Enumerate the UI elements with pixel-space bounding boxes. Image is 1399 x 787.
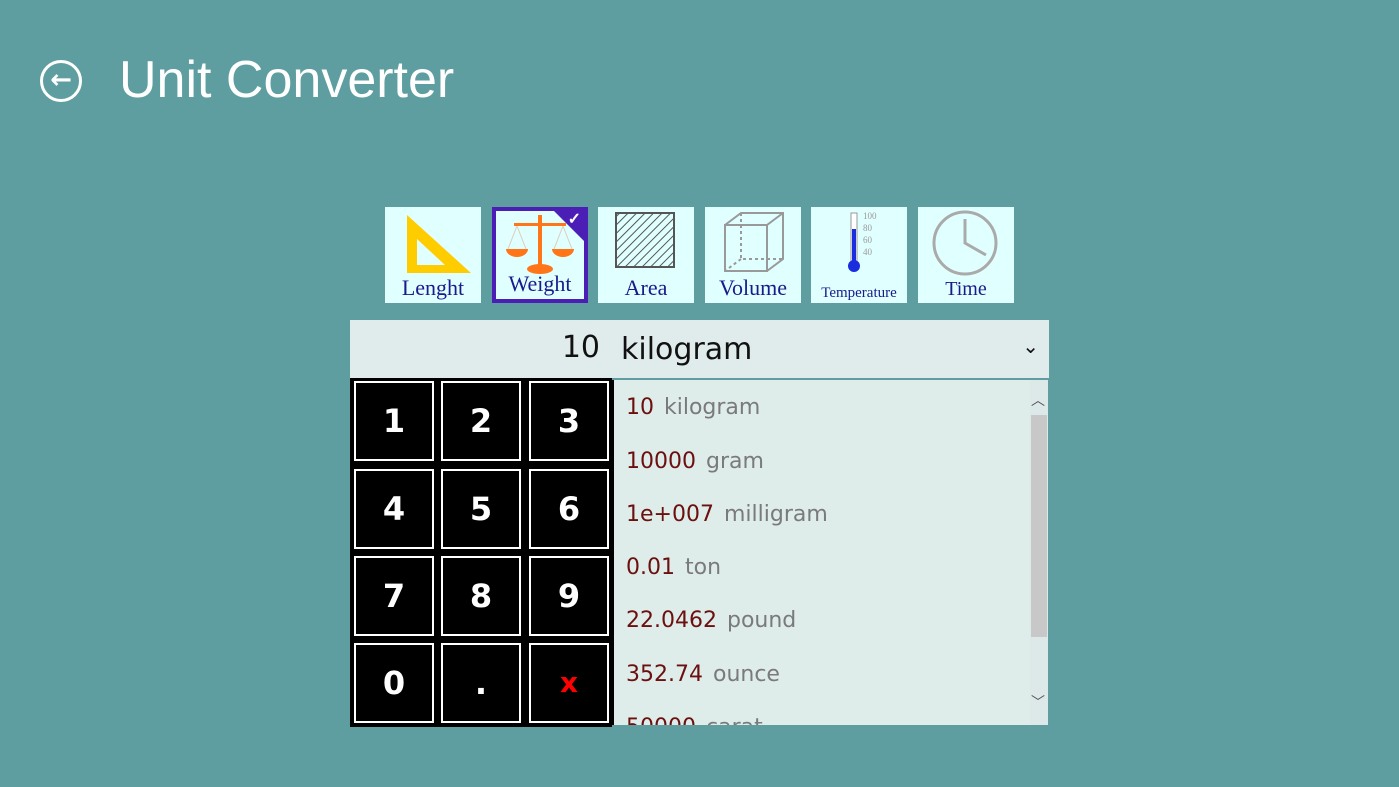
list-item: 10000 gram — [626, 449, 764, 474]
key-3[interactable]: 3 — [529, 381, 609, 461]
result-value: 10 — [626, 395, 654, 420]
scrollbar-thumb[interactable] — [1031, 415, 1047, 637]
list-item: 1e+007 milligram — [626, 502, 828, 527]
category-label: Lenght — [385, 275, 481, 301]
result-value: 22.0462 — [626, 608, 717, 633]
selected-unit: kilogram — [621, 332, 752, 367]
thermo-tick: 40 — [863, 247, 873, 257]
chevron-down-icon[interactable]: ⌄ — [1022, 334, 1039, 358]
key-6[interactable]: 6 — [529, 469, 609, 549]
page-title: Unit Converter — [119, 50, 454, 110]
result-value: 0.01 — [626, 555, 675, 580]
key-clear[interactable]: x — [529, 643, 609, 723]
result-unit: ounce — [713, 662, 780, 687]
key-7[interactable]: 7 — [354, 556, 434, 636]
unit-select[interactable]: 10 kilogram ⌄ — [350, 320, 1049, 378]
results-list[interactable]: 10 kilogram 10000 gram 1e+007 milligram 0.0… — [612, 380, 1048, 725]
category-label: Volume — [705, 275, 801, 301]
category-time[interactable]: Time — [918, 207, 1014, 303]
thermo-tick: 80 — [863, 223, 873, 233]
scroll-down-icon[interactable]: ﹀ — [1031, 692, 1045, 712]
key-9[interactable]: 9 — [529, 556, 609, 636]
input-value[interactable]: 10 — [562, 330, 600, 365]
result-value: 50000 — [626, 715, 696, 725]
key-2[interactable]: 2 — [441, 381, 521, 461]
key-decimal[interactable]: . — [441, 643, 521, 723]
category-label: Weight — [496, 271, 584, 297]
list-item: 0.01 ton — [626, 555, 721, 580]
hatched-square-icon — [606, 209, 686, 273]
category-label: Time — [918, 278, 1014, 301]
category-label: Temperature — [811, 285, 907, 302]
key-8[interactable]: 8 — [441, 556, 521, 636]
back-button[interactable]: ← — [40, 60, 82, 102]
category-volume[interactable]: Volume — [705, 207, 801, 303]
result-value: 352.74 — [626, 662, 703, 687]
back-arrow-icon: ← — [50, 65, 72, 95]
category-temperature[interactable]: 100 80 60 40 Temperature — [811, 207, 907, 303]
scrollbar[interactable]: ︿ ﹀ — [1030, 380, 1048, 725]
result-value: 1e+007 — [626, 502, 714, 527]
category-label: Area — [598, 275, 694, 301]
clock-icon — [926, 209, 1006, 279]
check-icon: ✓ — [568, 209, 581, 229]
result-unit: milligram — [724, 502, 828, 527]
result-unit: kilogram — [664, 395, 760, 420]
set-square-icon — [393, 209, 473, 277]
result-unit: carat — [706, 715, 763, 725]
list-item: 352.74 ounce — [626, 662, 780, 687]
category-length[interactable]: Lenght — [385, 207, 481, 303]
list-item: 10 kilogram — [626, 395, 760, 420]
list-item: 50000 carat — [626, 715, 763, 725]
thermo-tick: 60 — [863, 235, 873, 245]
cube-icon — [713, 209, 793, 273]
thermometer-icon: 100 80 60 40 — [819, 209, 899, 275]
thermo-tick: 100 — [863, 211, 877, 221]
key-1[interactable]: 1 — [354, 381, 434, 461]
result-unit: ton — [685, 555, 721, 580]
key-0[interactable]: 0 — [354, 643, 434, 723]
result-value: 10000 — [626, 449, 696, 474]
key-5[interactable]: 5 — [441, 469, 521, 549]
category-area[interactable]: Area — [598, 207, 694, 303]
result-unit: gram — [706, 449, 764, 474]
result-unit: pound — [727, 608, 796, 633]
keypad: 1 2 3 4 5 6 7 8 9 0 . x — [350, 378, 612, 727]
category-weight[interactable]: ✓ Weight — [492, 207, 588, 303]
list-item: 22.0462 pound — [626, 608, 796, 633]
key-4[interactable]: 4 — [354, 469, 434, 549]
scroll-up-icon[interactable]: ︿ — [1031, 390, 1045, 410]
